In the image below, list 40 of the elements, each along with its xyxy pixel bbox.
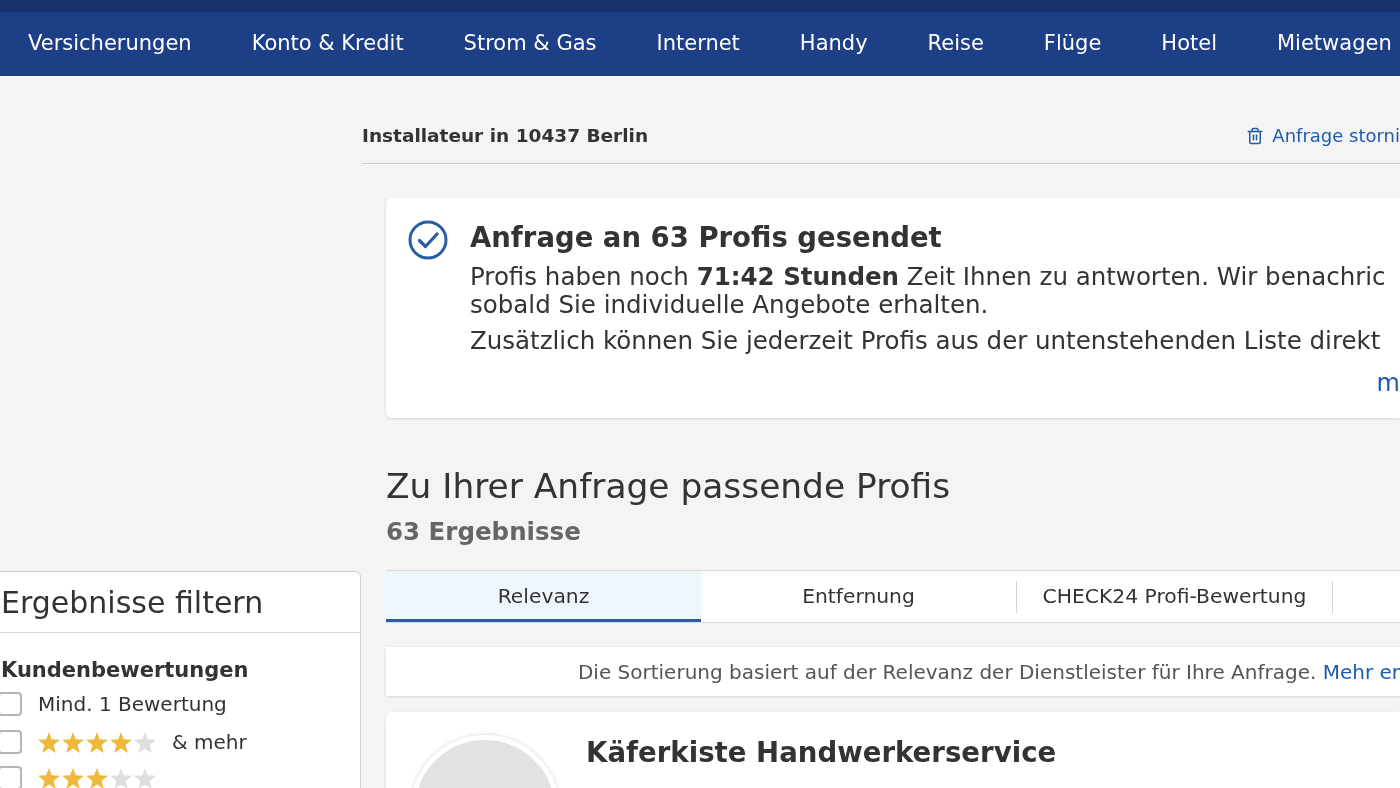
star-icon bbox=[62, 731, 84, 753]
star-icon bbox=[62, 767, 84, 788]
results-heading: Zu Ihrer Anfrage passende Profis bbox=[386, 466, 952, 506]
profile-name: Käferkiste Handwerkerservice bbox=[586, 737, 1057, 771]
results-count: 63 Ergebnisse bbox=[386, 517, 582, 547]
nav-link[interactable]: Strom & Gas bbox=[463, 28, 597, 60]
checkbox[interactable] bbox=[0, 766, 22, 788]
star-icon bbox=[38, 767, 60, 788]
sort-note: Die Sortierung basiert auf der Relevanz der Dienstleister für Ihre Anfrage. Mehr er bbox=[577, 658, 1400, 686]
more-link[interactable]: m bbox=[1376, 369, 1400, 397]
star-icon bbox=[86, 767, 108, 788]
nav-link[interactable]: Hotel bbox=[1161, 28, 1217, 60]
filter-label: Mind. 1 Bewertung bbox=[38, 691, 227, 718]
nav-link[interactable]: Konto & Kredit bbox=[251, 28, 404, 60]
nav-link[interactable]: Versicherungen bbox=[28, 28, 192, 60]
nav-link[interactable]: Mietwagen bbox=[1277, 28, 1392, 60]
notice-text: Zusätzlich können Sie jederzeit Profis aus der untenstehenden Liste direkt bbox=[470, 327, 1382, 355]
star-icon bbox=[110, 767, 132, 788]
notice-title: Anfrage an 63 Profis gesendet bbox=[470, 220, 943, 255]
star-icon bbox=[86, 731, 108, 753]
checkbox[interactable] bbox=[0, 692, 22, 716]
check-circle-icon bbox=[408, 220, 448, 260]
filter-label: & mehr bbox=[172, 729, 247, 756]
notice-text: Profis haben noch 71:42 Stunden Zeit Ihnen zu antworten. Wir benachric sobald Sie individuelle Angebote erhalten. bbox=[470, 263, 1387, 319]
sort-tab[interactable]: Relevanz bbox=[386, 571, 701, 622]
more-info-link[interactable]: Mehr er bbox=[1322, 659, 1400, 684]
star-icon bbox=[134, 731, 156, 753]
star-icon bbox=[134, 767, 156, 788]
nav-link[interactable]: Internet bbox=[656, 28, 740, 60]
cancel-request-link[interactable]: Anfrage storni bbox=[1246, 124, 1400, 148]
nav-link[interactable]: Handy bbox=[799, 28, 868, 60]
trash-icon bbox=[1246, 126, 1265, 146]
star-icon bbox=[110, 731, 132, 753]
star-icon bbox=[38, 731, 60, 753]
filter-section-title: Kundenbewertungen bbox=[1, 657, 250, 684]
nav-link[interactable]: Reise bbox=[927, 28, 984, 60]
request-title: Installateur in 10437 Berlin bbox=[362, 124, 649, 148]
checkbox[interactable] bbox=[0, 730, 22, 754]
filter-title: Ergebnisse filtern bbox=[1, 583, 264, 622]
nav-link[interactable]: Flüge bbox=[1043, 28, 1102, 60]
